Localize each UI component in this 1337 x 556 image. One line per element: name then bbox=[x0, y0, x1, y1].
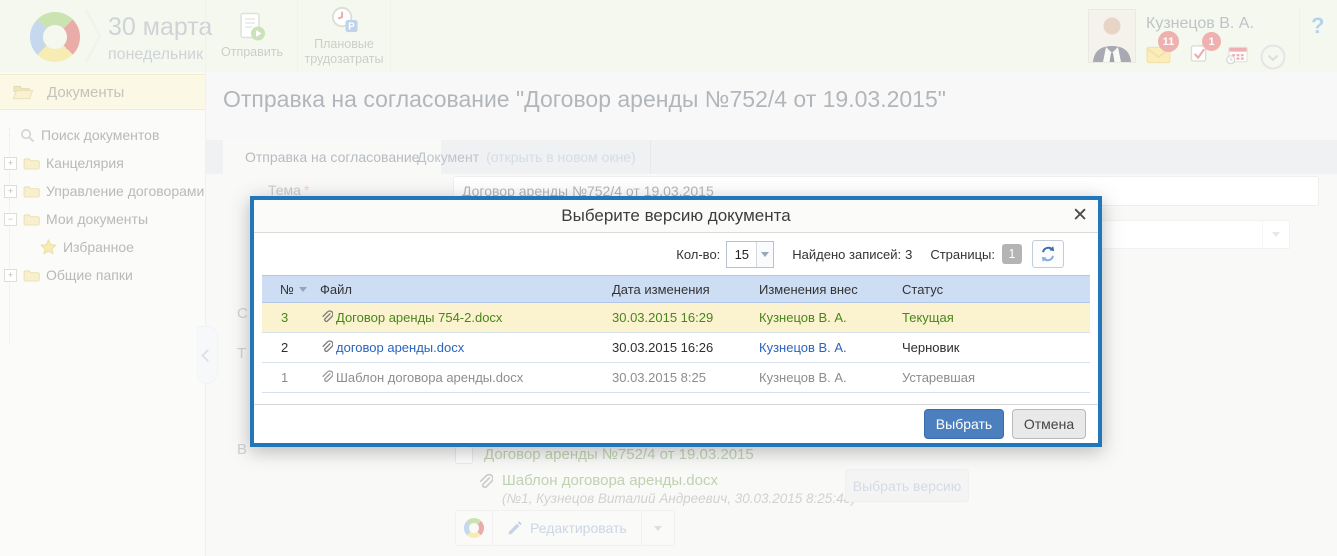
version-status: Устаревшая bbox=[898, 370, 1090, 385]
version-author-link[interactable]: Кузнецов В. А. bbox=[755, 340, 898, 355]
version-date: 30.03.2015 16:26 bbox=[608, 340, 755, 355]
page-size-select[interactable]: 15 bbox=[726, 241, 774, 268]
chevron-down-icon bbox=[761, 252, 769, 257]
dialog-toolbar: Кол-во: 15 Найдено записей: 3 Страницы: … bbox=[254, 233, 1098, 275]
version-date: 30.03.2015 8:25 bbox=[608, 370, 755, 385]
dialog-title: Выберите версию документа bbox=[561, 206, 790, 226]
version-status: Черновик bbox=[898, 340, 1090, 355]
column-header-num[interactable]: № bbox=[262, 282, 316, 297]
sort-descending-icon bbox=[299, 287, 307, 292]
select-cap[interactable] bbox=[756, 242, 773, 267]
application-window: 30 марта понедельник Отправить P Плановы… bbox=[0, 0, 1337, 556]
version-row[interactable]: 3 Договор аренды 754-2.docx 30.03.2015 1… bbox=[262, 303, 1090, 333]
version-file-link[interactable]: Договор аренды 754-2.docx bbox=[336, 310, 502, 325]
refresh-button[interactable] bbox=[1032, 240, 1064, 268]
column-header-date[interactable]: Дата изменения bbox=[608, 282, 755, 297]
paperclip-icon bbox=[320, 340, 333, 355]
paperclip-icon bbox=[320, 370, 333, 385]
pages-label: Страницы: bbox=[930, 247, 995, 262]
page-number-button[interactable]: 1 bbox=[1002, 244, 1022, 264]
version-select-dialog: Выберите версию документа ✕ Кол-во: 15 Н… bbox=[250, 196, 1102, 447]
version-number: 2 bbox=[262, 340, 316, 355]
version-row[interactable]: 1 Шаблон договора аренды.docx 30.03.2015… bbox=[262, 363, 1090, 393]
version-number: 3 bbox=[262, 310, 316, 325]
dialog-titlebar: Выберите версию документа ✕ bbox=[254, 200, 1098, 233]
found-records-value: 3 bbox=[905, 247, 912, 262]
close-icon[interactable]: ✕ bbox=[1072, 204, 1088, 227]
version-file-link[interactable]: Шаблон договора аренды.docx bbox=[336, 370, 523, 385]
version-file-link[interactable]: договор аренды.docx bbox=[336, 340, 464, 355]
column-header-author[interactable]: Изменения внес bbox=[755, 282, 898, 297]
version-date: 30.03.2015 16:29 bbox=[608, 310, 755, 325]
version-status: Текущая bbox=[898, 310, 1090, 325]
cancel-button[interactable]: Отмена bbox=[1012, 409, 1086, 439]
column-header-status[interactable]: Статус bbox=[898, 282, 1090, 297]
versions-table: № Файл Дата изменения Изменения внес Ста… bbox=[262, 275, 1090, 393]
column-header-file[interactable]: Файл bbox=[316, 282, 608, 297]
count-label: Кол-во: bbox=[676, 247, 720, 262]
refresh-icon bbox=[1039, 245, 1057, 263]
page-size-value: 15 bbox=[727, 247, 756, 262]
version-number: 1 bbox=[262, 370, 316, 385]
dialog-footer: Выбрать Отмена bbox=[254, 404, 1098, 443]
version-author-link[interactable]: Кузнецов В. А. bbox=[755, 310, 898, 325]
table-header-row: № Файл Дата изменения Изменения внес Ста… bbox=[262, 275, 1090, 303]
select-button[interactable]: Выбрать bbox=[924, 409, 1004, 439]
found-records-label: Найдено записей: bbox=[792, 247, 901, 262]
version-row[interactable]: 2 договор аренды.docx 30.03.2015 16:26 К… bbox=[262, 333, 1090, 363]
version-author-link[interactable]: Кузнецов В. А. bbox=[755, 370, 898, 385]
paperclip-icon bbox=[320, 310, 333, 325]
